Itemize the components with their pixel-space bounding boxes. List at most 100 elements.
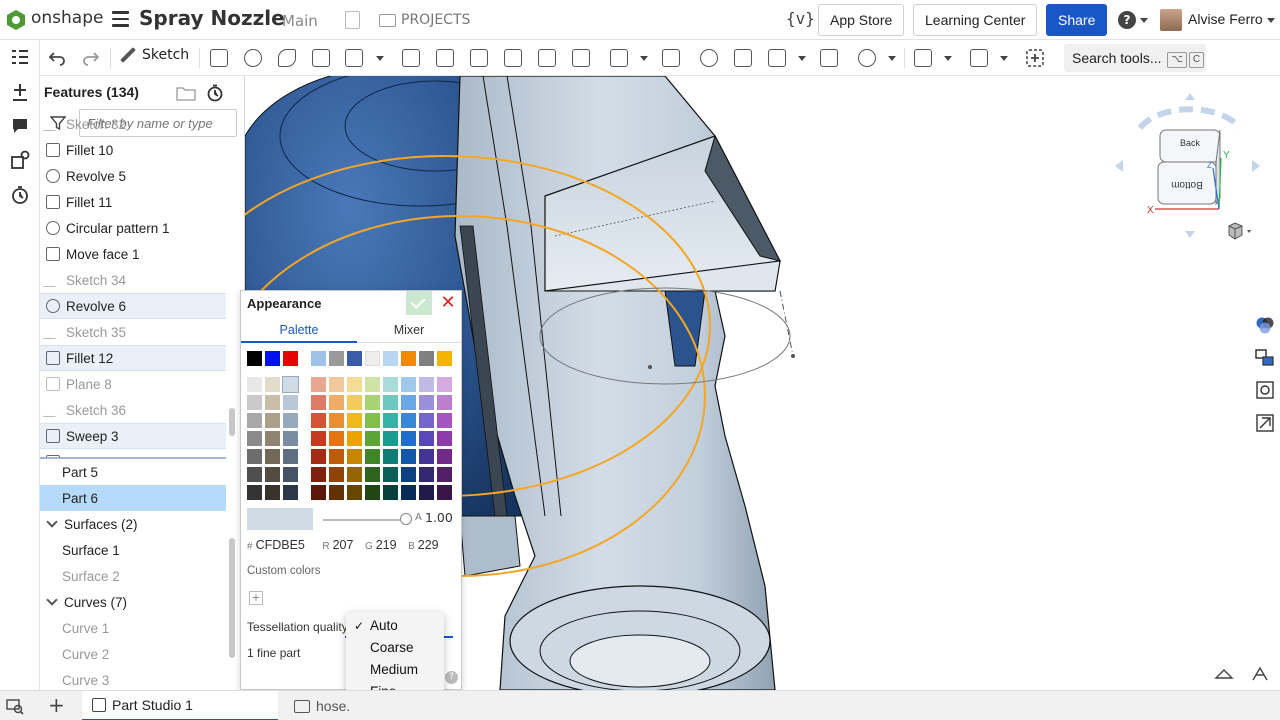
color-swatch[interactable] <box>383 377 398 392</box>
split-icon[interactable] <box>734 49 752 67</box>
parts-group[interactable]: Surfaces (2) <box>40 511 226 537</box>
chamfer-icon[interactable] <box>436 49 454 67</box>
color-swatch[interactable] <box>347 351 362 366</box>
color-swatch[interactable] <box>437 351 452 366</box>
part-item[interactable]: Surface 2 <box>40 563 226 589</box>
part-item[interactable]: Surface 1 <box>40 537 226 563</box>
g-value[interactable]: 219 <box>376 538 397 552</box>
help-icon[interactable]: ? <box>1118 11 1136 29</box>
part-item[interactable]: Part 5 <box>40 459 226 485</box>
insert-icon[interactable] <box>10 82 30 102</box>
color-swatch[interactable] <box>311 377 326 392</box>
add-custom-color-button[interactable]: + <box>249 591 263 605</box>
color-swatch[interactable] <box>437 467 452 482</box>
color-swatch[interactable] <box>365 377 380 392</box>
color-swatch[interactable] <box>347 485 362 500</box>
color-swatch[interactable] <box>329 377 344 392</box>
color-swatch[interactable] <box>437 377 452 392</box>
tab-part-studio-1[interactable]: Part Studio 1 <box>82 691 278 720</box>
color-swatch[interactable] <box>311 395 326 410</box>
chevron-down-icon[interactable] <box>46 594 58 606</box>
pattern-icon[interactable] <box>610 49 628 67</box>
variable-studio-icon[interactable]: {v} <box>786 9 815 28</box>
color-swatch[interactable] <box>347 377 362 392</box>
feature-item[interactable]: Sketch 34 <box>40 267 226 293</box>
color-swatch[interactable] <box>311 431 326 446</box>
color-swatch[interactable] <box>401 485 416 500</box>
view-cube[interactable]: Back Bottom Y X Z <box>1115 88 1265 238</box>
r-value[interactable]: 207 <box>333 538 354 552</box>
rollback-timer-icon[interactable] <box>206 84 224 102</box>
info-icon[interactable]: ? <box>445 671 458 684</box>
color-swatch[interactable] <box>419 351 434 366</box>
color-swatch[interactable] <box>265 485 280 500</box>
loft-icon[interactable] <box>312 49 330 67</box>
surface-dropdown-icon[interactable] <box>1000 56 1008 61</box>
color-swatch[interactable] <box>247 395 262 410</box>
color-swatch[interactable] <box>437 431 452 446</box>
pattern-dropdown-icon[interactable] <box>640 56 648 61</box>
sweep-icon[interactable] <box>278 49 296 67</box>
color-swatch[interactable] <box>383 449 398 464</box>
color-swatch[interactable] <box>401 449 416 464</box>
color-swatch[interactable] <box>247 449 262 464</box>
thicken-icon[interactable] <box>345 49 363 67</box>
color-swatch[interactable] <box>283 413 298 428</box>
color-swatch[interactable] <box>365 449 380 464</box>
measure-ruler-icon[interactable] <box>1250 666 1270 682</box>
color-swatch[interactable] <box>401 377 416 392</box>
app-store-button[interactable]: App Store <box>818 4 905 36</box>
color-swatch[interactable] <box>265 449 280 464</box>
feature-item[interactable]: Move face 1 <box>40 241 226 267</box>
color-swatch[interactable] <box>311 413 326 428</box>
plane-dropdown-icon[interactable] <box>944 56 952 61</box>
measure-panel-icon[interactable] <box>1254 412 1276 434</box>
color-swatch[interactable] <box>347 395 362 410</box>
color-swatch[interactable] <box>419 431 434 446</box>
color-swatch[interactable] <box>401 395 416 410</box>
user-name[interactable]: Alvise Ferro <box>1188 11 1263 27</box>
color-swatch[interactable] <box>329 413 344 428</box>
transform-icon[interactable] <box>768 49 786 67</box>
color-swatch[interactable] <box>401 351 416 366</box>
user-menu-caret-icon[interactable] <box>1267 18 1275 23</box>
opacity-slider-track[interactable] <box>323 519 406 521</box>
share-button[interactable]: Share <box>1046 4 1108 36</box>
accept-button[interactable] <box>406 291 432 315</box>
draft-icon[interactable] <box>470 49 488 67</box>
redo-icon[interactable] <box>82 49 100 67</box>
color-swatch[interactable] <box>401 431 416 446</box>
extrude-icon[interactable] <box>210 49 228 67</box>
hex-value[interactable]: CFDBE5 <box>256 538 305 552</box>
history-icon[interactable] <box>10 185 30 205</box>
opacity-slider-handle[interactable] <box>400 513 412 525</box>
color-swatch[interactable] <box>365 351 380 366</box>
feature-item[interactable]: Fillet 11 <box>40 189 226 215</box>
color-swatch[interactable] <box>383 351 398 366</box>
color-swatch[interactable] <box>329 467 344 482</box>
delete-part-icon[interactable] <box>820 49 838 67</box>
plane-icon[interactable] <box>914 49 932 67</box>
color-swatch[interactable] <box>365 395 380 410</box>
hamburger-menu-icon[interactable] <box>112 11 129 27</box>
fillet-icon[interactable] <box>402 49 420 67</box>
color-swatch[interactable] <box>383 467 398 482</box>
color-swatch[interactable] <box>311 449 326 464</box>
transform-dropdown-icon[interactable] <box>798 56 806 61</box>
tessellation-option[interactable]: Coarse <box>346 637 444 659</box>
part-item[interactable]: Curve 3 <box>40 667 226 690</box>
add-custom-feature-icon[interactable] <box>1026 49 1044 67</box>
color-swatch[interactable] <box>247 467 262 482</box>
tab-hose[interactable]: hose. <box>290 691 350 720</box>
color-swatch[interactable] <box>347 449 362 464</box>
color-swatch[interactable] <box>247 351 262 366</box>
configurations-icon[interactable] <box>10 150 30 170</box>
feature-item[interactable]: Fillet 12 <box>40 345 226 371</box>
color-swatch[interactable] <box>283 449 298 464</box>
feature-item[interactable]: Fillet 10 <box>40 137 226 163</box>
color-swatch[interactable] <box>347 431 362 446</box>
color-swatch[interactable] <box>282 376 299 393</box>
color-swatch[interactable] <box>347 413 362 428</box>
parts-panel-icon[interactable] <box>1254 347 1276 369</box>
color-swatch[interactable] <box>283 485 298 500</box>
